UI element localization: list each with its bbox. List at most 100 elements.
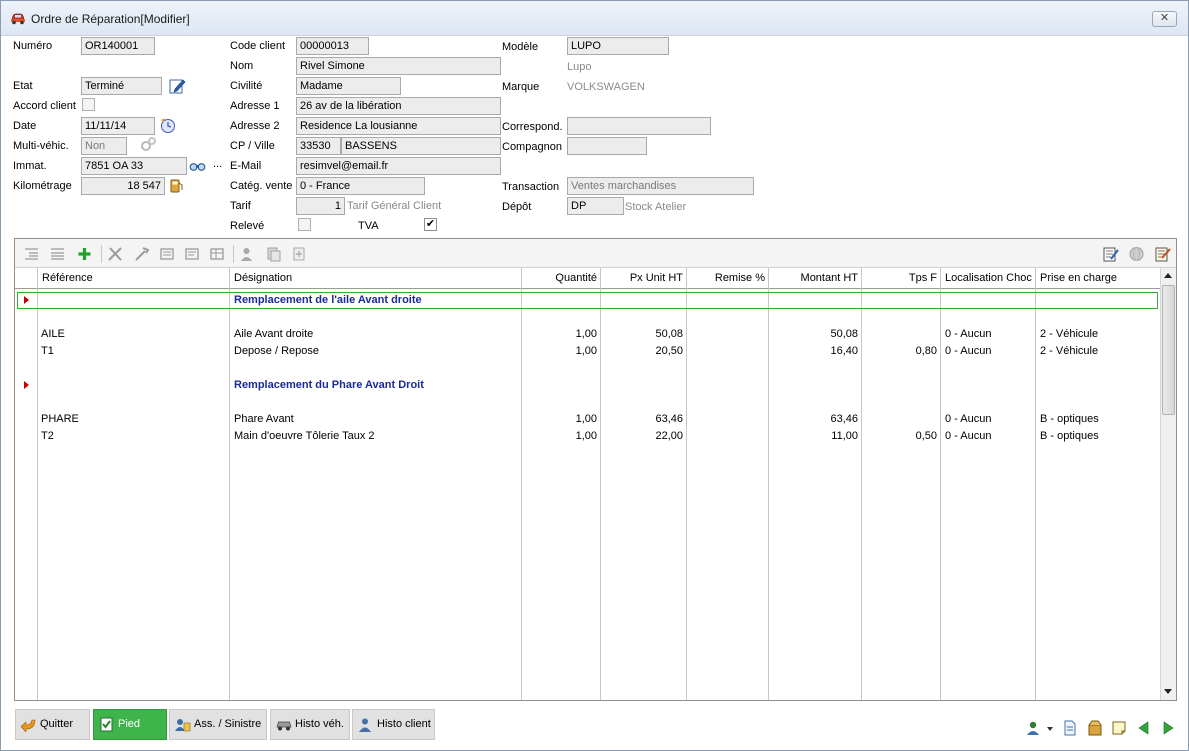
tva-checkbox[interactable]: ✔ — [424, 218, 437, 231]
multi-field[interactable]: Non — [81, 137, 127, 155]
cp-field[interactable]: 33530 — [296, 137, 341, 155]
cell-tps-f[interactable] — [862, 411, 937, 428]
close-button[interactable]: ✕ — [1152, 11, 1177, 27]
section-title[interactable]: Remplacement du Phare Avant Droit — [234, 377, 424, 394]
categ-field[interactable]: 0 - France — [296, 177, 425, 195]
transaction-field[interactable]: Ventes marchandises — [567, 177, 754, 195]
correspond-field[interactable] — [567, 117, 711, 135]
civilite-field[interactable]: Madame — [296, 77, 401, 95]
cell-reference[interactable]: AILE — [41, 326, 65, 343]
cell-prise[interactable]: B - optiques — [1040, 428, 1099, 445]
paste-rows-icon[interactable] — [184, 246, 201, 262]
col-prise[interactable]: Prise en charge — [1036, 268, 1160, 289]
adresse1-field[interactable]: 26 av de la libération — [296, 97, 501, 115]
col-remise[interactable]: Remise % — [687, 268, 769, 289]
fuel-pump-icon[interactable] — [168, 177, 185, 194]
cell-prise[interactable]: 2 - Véhicule — [1040, 326, 1098, 343]
documents-icon[interactable] — [265, 246, 282, 262]
col-designation[interactable]: Désignation — [230, 268, 521, 289]
add-icon[interactable] — [76, 246, 93, 262]
cell-reference[interactable]: T1 — [41, 343, 54, 360]
cell-montant[interactable]: 63,46 — [769, 411, 858, 428]
user-icon[interactable] — [238, 246, 255, 262]
tools-icon[interactable] — [107, 246, 124, 262]
cell-quantite[interactable]: 1,00 — [522, 428, 597, 445]
etat-field[interactable]: Terminé — [81, 77, 162, 95]
user-online-icon[interactable] — [1026, 720, 1042, 736]
tarif-field[interactable]: 1 — [296, 197, 345, 215]
numero-field[interactable]: OR140001 — [81, 37, 155, 55]
calendar-clock-icon[interactable] — [159, 117, 176, 134]
cell-px-unit[interactable]: 63,46 — [601, 411, 683, 428]
wrench-icon[interactable] — [133, 246, 150, 262]
notepad-check-icon[interactable] — [1154, 246, 1171, 262]
cell-prise[interactable]: 2 - Véhicule — [1040, 343, 1098, 360]
cell-designation[interactable]: Phare Avant — [234, 411, 294, 428]
histo-vehicule-button[interactable]: Histo véh. — [270, 709, 350, 740]
accord-checkbox[interactable] — [82, 98, 95, 111]
histo-client-button[interactable]: Histo client — [352, 709, 435, 740]
quitter-button[interactable]: Quitter — [15, 709, 90, 740]
cell-quantite[interactable]: 1,00 — [522, 326, 597, 343]
cell-localisation[interactable]: 0 - Aucun — [945, 428, 991, 445]
package-icon[interactable] — [1087, 720, 1103, 736]
compagnon-field[interactable] — [567, 137, 647, 155]
next-arrow-icon[interactable] — [1160, 720, 1176, 736]
cell-designation[interactable]: Aile Avant droite — [234, 326, 313, 343]
copy-rows-icon[interactable] — [159, 246, 176, 262]
immat-more-button[interactable]: ... — [213, 158, 222, 170]
cell-montant[interactable]: 50,08 — [769, 326, 858, 343]
indent-icon[interactable] — [23, 246, 40, 262]
scroll-thumb[interactable] — [1162, 285, 1175, 415]
binoculars-icon[interactable] — [189, 157, 206, 174]
date-field[interactable]: 11/11/14 — [81, 117, 155, 135]
cell-remise[interactable] — [687, 343, 765, 360]
cell-localisation[interactable]: 0 - Aucun — [945, 343, 991, 360]
page-add-icon[interactable] — [291, 246, 308, 262]
edit-icon[interactable] — [169, 77, 186, 94]
vertical-scrollbar[interactable] — [1160, 268, 1176, 700]
cell-px-unit[interactable]: 20,50 — [601, 343, 683, 360]
cell-designation[interactable]: Depose / Repose — [234, 343, 319, 360]
dropdown-arrow-icon[interactable] — [1045, 720, 1055, 736]
col-montant[interactable]: Montant HT — [769, 268, 862, 289]
cell-quantite[interactable]: 1,00 — [522, 343, 597, 360]
outdent-icon[interactable] — [49, 246, 66, 262]
cell-montant[interactable]: 16,40 — [769, 343, 858, 360]
cell-remise[interactable] — [687, 428, 765, 445]
cell-localisation[interactable]: 0 - Aucun — [945, 326, 991, 343]
note-icon[interactable] — [1111, 720, 1127, 736]
cell-tps-f[interactable] — [862, 326, 937, 343]
notepad-edit-icon[interactable] — [1102, 246, 1119, 262]
scroll-up-arrow-icon[interactable] — [1164, 273, 1172, 278]
cell-remise[interactable] — [687, 411, 765, 428]
cell-montant[interactable]: 11,00 — [769, 428, 858, 445]
ass-sinistre-button[interactable]: Ass. / Sinistre — [169, 709, 267, 740]
cell-px-unit[interactable]: 50,08 — [601, 326, 683, 343]
cell-tps-f[interactable]: 0,80 — [862, 343, 937, 360]
modele-field[interactable]: LUPO — [567, 37, 669, 55]
nom-field[interactable]: Rivel Simone — [296, 57, 501, 75]
cell-quantite[interactable]: 1,00 — [522, 411, 597, 428]
cell-remise[interactable] — [687, 326, 765, 343]
table-icon[interactable] — [209, 246, 226, 262]
col-reference[interactable]: Référence — [38, 268, 228, 289]
ville-field[interactable]: BASSENS — [341, 137, 501, 155]
cell-tps-f[interactable]: 0,50 — [862, 428, 937, 445]
previous-arrow-icon[interactable] — [1136, 720, 1152, 736]
col-localisation[interactable]: Localisation Choc — [941, 268, 1036, 289]
depot-field[interactable]: DP — [567, 197, 624, 215]
immat-field[interactable]: 7851 OA 33 — [81, 157, 187, 175]
pied-button[interactable]: Pied — [93, 709, 167, 740]
km-field[interactable]: 18 547 — [81, 177, 165, 195]
cell-prise[interactable]: B - optiques — [1040, 411, 1099, 428]
cell-reference[interactable]: PHARE — [41, 411, 79, 428]
code-client-field[interactable]: 00000013 — [296, 37, 369, 55]
cell-localisation[interactable]: 0 - Aucun — [945, 411, 991, 428]
col-px-unit[interactable]: Px Unit HT — [601, 268, 687, 289]
section-title[interactable]: Remplacement de l'aile Avant droite — [234, 292, 422, 309]
col-tps-f[interactable]: Tps F — [862, 268, 941, 289]
scroll-down-arrow-icon[interactable] — [1164, 689, 1172, 694]
document-icon[interactable] — [1062, 720, 1078, 736]
releve-checkbox[interactable] — [298, 218, 311, 231]
